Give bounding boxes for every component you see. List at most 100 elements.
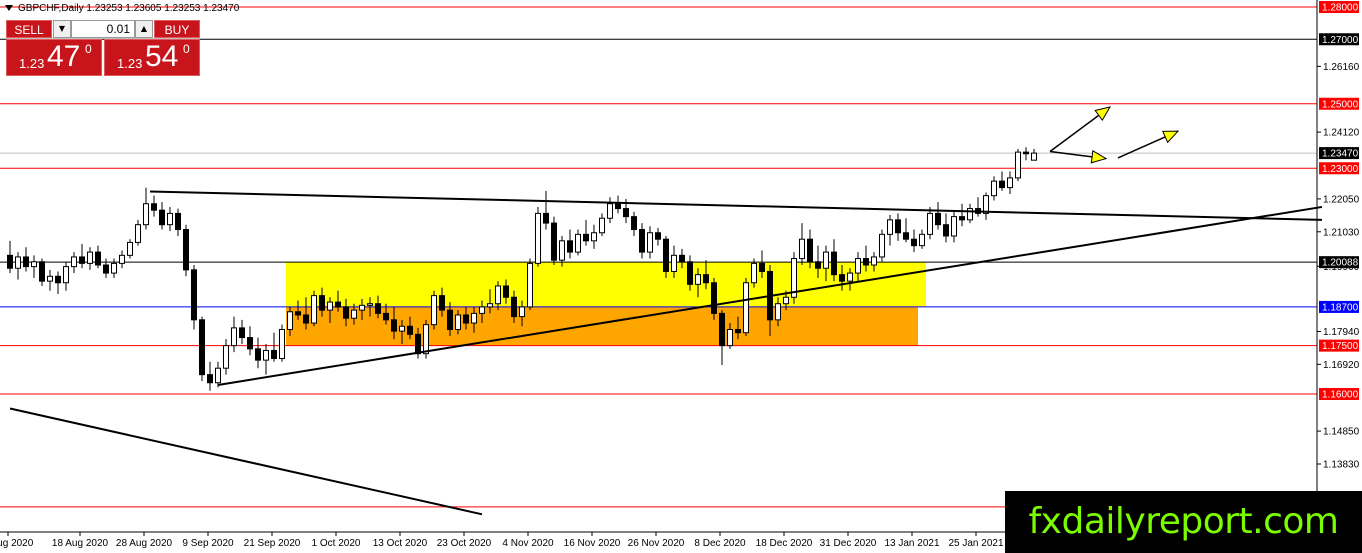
candle-body bbox=[631, 216, 637, 231]
candle-body bbox=[63, 266, 69, 284]
y-tick-label: 1.17940 bbox=[1323, 327, 1360, 338]
x-tick-label: 6 Aug 2020 bbox=[0, 538, 34, 549]
level-price-label: 1.18700 bbox=[1322, 302, 1359, 313]
lot-size-input[interactable]: 0.01 bbox=[71, 20, 135, 38]
candle-body bbox=[679, 254, 685, 263]
candle-body bbox=[455, 314, 461, 330]
candle-body bbox=[95, 251, 101, 266]
candle-body bbox=[599, 217, 605, 234]
candle-body bbox=[463, 314, 469, 324]
x-tick-label: 23 Oct 2020 bbox=[437, 538, 492, 549]
candle-body bbox=[815, 261, 821, 269]
price-chart: 1.261601.241201.220501.210301.199601.179… bbox=[0, 0, 1360, 549]
buy-price-button[interactable]: 1.23 54 0 bbox=[104, 39, 200, 76]
trendline-0 bbox=[149, 190, 1323, 221]
lot-increase-button[interactable]: ▲ bbox=[135, 20, 153, 38]
x-tick-label: 9 Sep 2020 bbox=[182, 538, 234, 549]
candle-body bbox=[575, 233, 581, 253]
candle-body bbox=[231, 327, 237, 347]
watermark-logo: fxdailyreport.com bbox=[1005, 491, 1362, 553]
candle-body bbox=[399, 325, 405, 332]
candle-body bbox=[887, 219, 893, 235]
candle-body bbox=[71, 256, 77, 268]
candle-body bbox=[383, 312, 389, 321]
buy-button[interactable]: BUY bbox=[154, 20, 200, 38]
candle-body bbox=[367, 303, 373, 306]
candle-body bbox=[23, 256, 29, 268]
candle-body bbox=[375, 303, 381, 314]
sell-price-prefix: 1.23 bbox=[19, 56, 45, 71]
candle-body bbox=[439, 295, 445, 311]
candle-body bbox=[895, 219, 901, 234]
candle-body bbox=[583, 233, 589, 242]
candle-body bbox=[311, 295, 317, 324]
candle-body bbox=[567, 240, 573, 253]
candle-body bbox=[943, 224, 949, 237]
level-price-label: 1.16000 bbox=[1322, 390, 1359, 401]
candle-body bbox=[271, 349, 277, 360]
candle-body bbox=[111, 262, 117, 274]
candle-body bbox=[743, 282, 749, 334]
candle-body bbox=[703, 274, 709, 284]
chevron-up-icon: ▲ bbox=[140, 24, 148, 33]
candle-body bbox=[255, 348, 261, 361]
candle-body bbox=[959, 216, 965, 221]
candle-body bbox=[207, 374, 213, 384]
candle-body bbox=[711, 282, 717, 314]
chart-window: 1.261601.241201.220501.210301.199601.179… bbox=[0, 0, 1362, 553]
level-price-label: 1.28000 bbox=[1322, 3, 1359, 14]
candle-body bbox=[831, 251, 837, 276]
x-tick-label: 21 Sep 2020 bbox=[244, 538, 301, 549]
candle-body bbox=[495, 285, 501, 305]
level-price-label: 1.17500 bbox=[1322, 341, 1359, 352]
y-tick-label: 1.14850 bbox=[1323, 427, 1360, 438]
candle-body bbox=[87, 251, 93, 264]
sell-price-button[interactable]: 1.23 47 0 bbox=[6, 39, 102, 76]
y-tick-label: 1.16920 bbox=[1323, 360, 1360, 371]
x-tick-label: 4 Nov 2020 bbox=[502, 538, 554, 549]
sell-price-main: 47 bbox=[47, 40, 81, 73]
candle-body bbox=[503, 285, 509, 298]
candle-body bbox=[783, 296, 789, 305]
candle-body bbox=[55, 275, 61, 284]
candle-body bbox=[431, 295, 437, 326]
candle-body bbox=[175, 212, 181, 231]
chart-menu-icon[interactable] bbox=[5, 5, 13, 11]
sell-price-sup: 0 bbox=[85, 42, 92, 56]
candle-body bbox=[295, 311, 301, 316]
sell-button[interactable]: SELL bbox=[6, 20, 52, 38]
x-tick-label: 13 Oct 2020 bbox=[373, 538, 428, 549]
y-tick-label: 1.13830 bbox=[1323, 459, 1360, 470]
candle-body bbox=[871, 256, 877, 266]
candle-body bbox=[479, 306, 485, 314]
candle-body bbox=[919, 233, 925, 247]
candle-body bbox=[935, 212, 941, 226]
candle-body bbox=[1007, 177, 1013, 189]
y-tick-label: 1.22050 bbox=[1323, 194, 1360, 205]
candle-body bbox=[135, 224, 141, 243]
candle-body bbox=[167, 212, 173, 226]
candle-body bbox=[247, 337, 253, 350]
chart-header: GBPCHF,Daily 1.23253 1.23605 1.23253 1.2… bbox=[18, 3, 239, 14]
candle-body bbox=[351, 309, 357, 319]
candle-body bbox=[719, 312, 725, 347]
candle-body bbox=[279, 329, 285, 360]
lot-decrease-button[interactable]: ▼ bbox=[53, 20, 71, 38]
candle-body bbox=[239, 327, 245, 339]
candle-body bbox=[391, 319, 397, 332]
trendline-2 bbox=[9, 407, 483, 516]
candle-body bbox=[911, 238, 917, 247]
candle-body bbox=[151, 203, 157, 211]
level-lines-layer bbox=[0, 6, 1317, 508]
level-price-label: 1.23000 bbox=[1322, 164, 1359, 175]
candle-body bbox=[303, 314, 309, 324]
x-tick-label: 13 Jan 2021 bbox=[884, 538, 939, 549]
candle-body bbox=[639, 229, 645, 253]
buy-price-sup: 0 bbox=[183, 42, 190, 56]
x-tick-label: 26 Nov 2020 bbox=[628, 538, 685, 549]
candle-body bbox=[1015, 151, 1021, 179]
candle-body bbox=[215, 367, 221, 384]
candle-body bbox=[807, 238, 813, 263]
x-tick-label: 31 Dec 2020 bbox=[820, 538, 877, 549]
candle-body bbox=[903, 232, 909, 240]
